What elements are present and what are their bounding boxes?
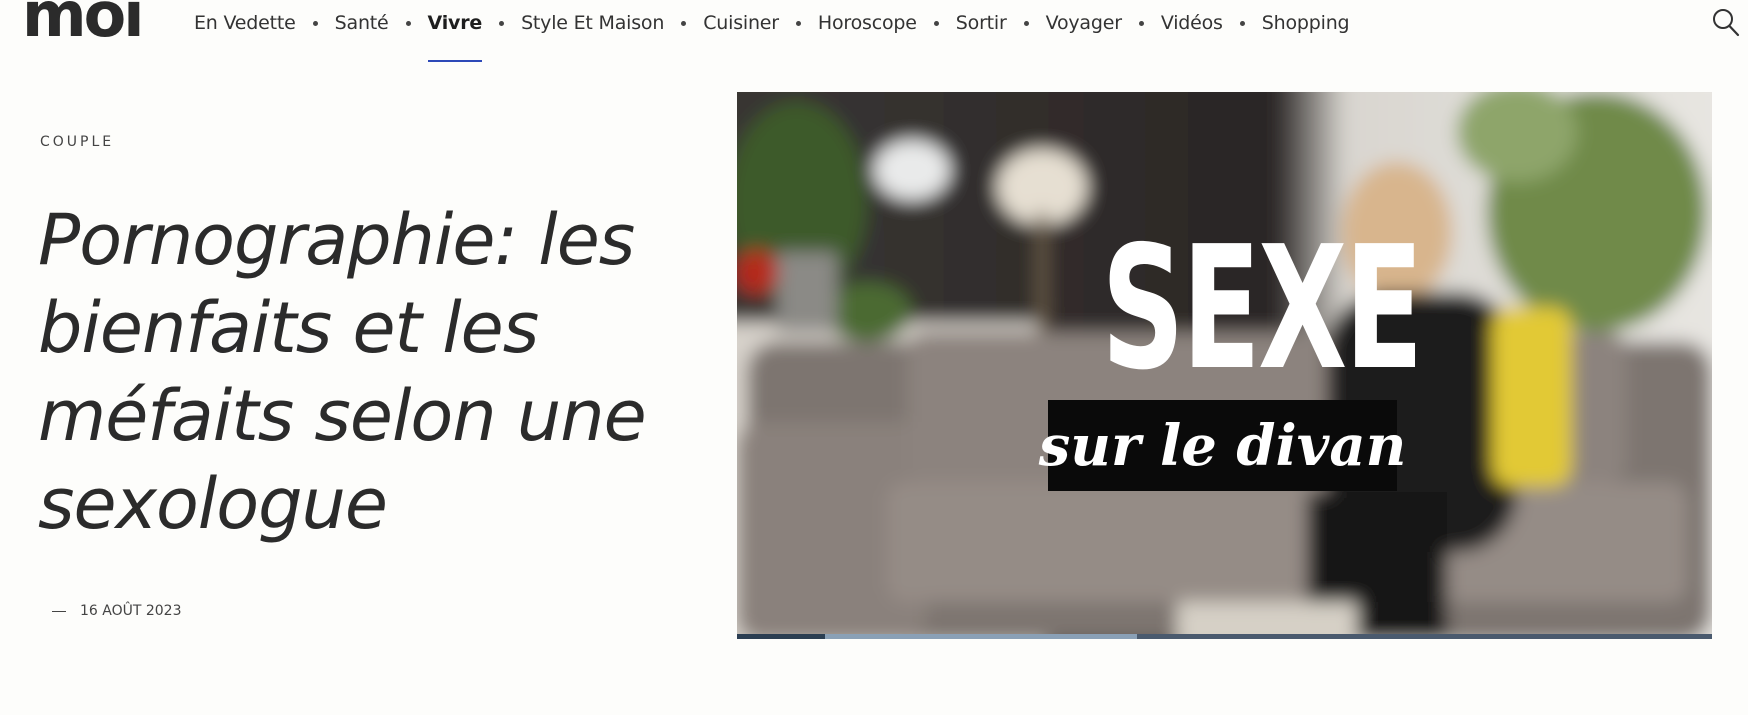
article-date: 16 AOÛT 2023 [80, 603, 182, 619]
nav-separator-dot [405, 20, 411, 26]
nav-separator-dot [795, 20, 801, 26]
search-icon[interactable] [1712, 8, 1740, 38]
nav-separator-dot [1138, 20, 1144, 26]
nav-item-sortir[interactable]: Sortir [956, 12, 1007, 34]
main-nav: En Vedette Santé Vivre Style Et Maison Cuisi… [194, 10, 1350, 62]
nav-separator-dot [1023, 20, 1029, 26]
site-logo[interactable]: moi [22, 0, 144, 46]
article-meta: 16 AOÛT 2023 [52, 603, 182, 619]
nav-item-cuisiner[interactable]: Cuisiner [703, 12, 779, 34]
video-progress-bar[interactable] [737, 634, 1712, 639]
nav-separator-dot [312, 20, 318, 26]
page: moi En Vedette Santé Vivre Style Et Maison C… [0, 0, 1748, 715]
nav-item-en-vedette[interactable]: En Vedette [194, 12, 296, 34]
article-title: Pornographie: les bienfaits et les méfai… [38, 199, 647, 545]
nav-item-style-et-maison[interactable]: Style Et Maison [521, 12, 664, 34]
nav-item-santé[interactable]: Santé [335, 12, 389, 34]
video-title-main: SEXE [1101, 210, 1423, 408]
nav-separator-dot [1239, 20, 1245, 26]
site-header: moi En Vedette Santé Vivre Style Et Maison C… [0, 0, 1748, 62]
nav-item-shopping[interactable]: Shopping [1262, 12, 1350, 34]
nav-item-voyager[interactable]: Voyager [1046, 12, 1122, 34]
nav-separator-dot [499, 20, 505, 26]
nav-item-vivre[interactable]: Vivre [427, 12, 482, 62]
article-category[interactable]: COUPLE [40, 134, 114, 150]
nav-separator-dot [933, 20, 939, 26]
nav-item-horoscope[interactable]: Horoscope [818, 12, 917, 34]
video-title-overlay: SEXE sur le divan [1039, 210, 1423, 491]
video-title-sub: sur le divan [1039, 400, 1406, 491]
video-player[interactable]: SEXE sur le divan [737, 92, 1712, 639]
nav-item-vidéos[interactable]: Vidéos [1161, 12, 1223, 34]
video-progress-played [737, 634, 825, 639]
nav-separator-dot [681, 20, 687, 26]
date-dash [52, 610, 66, 612]
